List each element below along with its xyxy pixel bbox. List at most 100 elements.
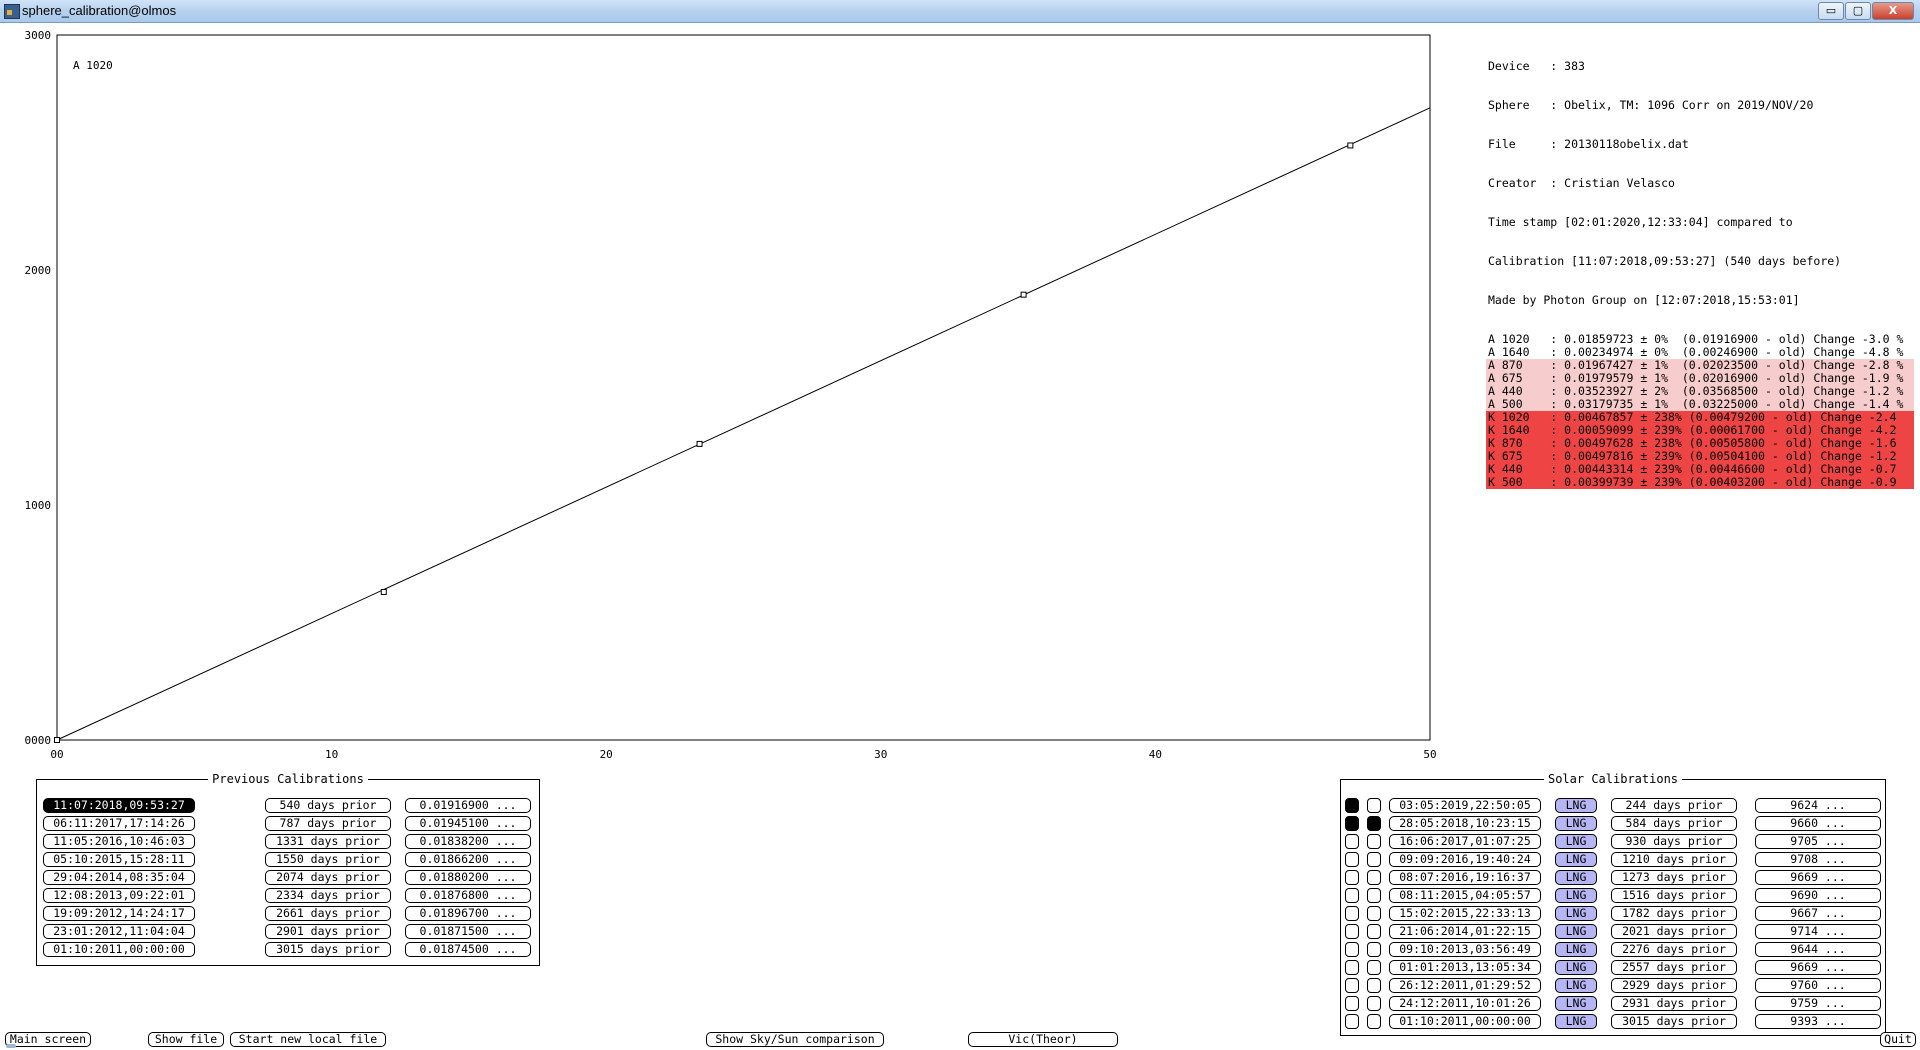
solar-calibration-date[interactable]: 15:02:2015,22:33:13 [1389, 906, 1541, 921]
previous-calibration-date[interactable]: 12:08:2013,09:22:01 [43, 888, 195, 903]
solar-calibration-date[interactable]: 08:07:2016,19:16:37 [1389, 870, 1541, 885]
main-screen-button[interactable]: Main screen [5, 1032, 91, 1047]
solar-site-tag[interactable]: LNG [1555, 834, 1597, 849]
solar-calibration-date[interactable]: 01:10:2011,00:00:00 [1389, 1014, 1541, 1029]
solar-calibration-days[interactable]: 244 days prior [1611, 798, 1737, 813]
solar-select-radio[interactable] [1345, 888, 1359, 903]
solar-calibration-value[interactable]: 9393 ... [1755, 1014, 1881, 1029]
solar-calibration-days[interactable]: 2929 days prior [1611, 978, 1737, 993]
show-sky-sun-comparison-button[interactable]: Show Sky/Sun comparison [706, 1032, 884, 1047]
solar-calibration-value[interactable]: 9760 ... [1755, 978, 1881, 993]
maximize-button[interactable]: ▢ [1845, 2, 1871, 20]
solar-site-tag[interactable]: LNG [1555, 798, 1597, 813]
close-button[interactable]: X [1872, 2, 1914, 20]
start-new-local-file-button[interactable]: Start new local file [230, 1032, 386, 1047]
solar-select-radio[interactable] [1345, 942, 1359, 957]
previous-calibration-value[interactable]: 0.01838200 ... [405, 834, 531, 849]
solar-select-radio[interactable] [1345, 834, 1359, 849]
previous-calibration-date[interactable]: 05:10:2015,15:28:11 [43, 852, 195, 867]
solar-calibration-days[interactable]: 930 days prior [1611, 834, 1737, 849]
solar-calibration-days[interactable]: 2931 days prior [1611, 996, 1737, 1011]
solar-calibration-date[interactable]: 01:01:2013,13:05:34 [1389, 960, 1541, 975]
solar-site-tag[interactable]: LNG [1555, 960, 1597, 975]
minimize-button[interactable]: ▭ [1818, 2, 1844, 20]
previous-calibration-days[interactable]: 2334 days prior [265, 888, 391, 903]
solar-select-radio[interactable] [1345, 870, 1359, 885]
solar-calibration-value[interactable]: 9705 ... [1755, 834, 1881, 849]
solar-site-tag[interactable]: LNG [1555, 996, 1597, 1011]
solar-select-radio[interactable] [1345, 852, 1359, 867]
solar-compare-radio[interactable] [1367, 978, 1381, 993]
solar-site-tag[interactable]: LNG [1555, 924, 1597, 939]
solar-compare-radio[interactable] [1367, 834, 1381, 849]
solar-select-radio[interactable] [1345, 996, 1359, 1011]
solar-calibration-days[interactable]: 3015 days prior [1611, 1014, 1737, 1029]
solar-compare-radio[interactable] [1367, 798, 1381, 813]
solar-site-tag[interactable]: LNG [1555, 852, 1597, 867]
previous-calibration-date[interactable]: 29:04:2014,08:35:04 [43, 870, 195, 885]
previous-calibration-days[interactable]: 1331 days prior [265, 834, 391, 849]
solar-select-radio[interactable] [1345, 960, 1359, 975]
show-file-button[interactable]: Show file [148, 1032, 224, 1047]
previous-calibration-value[interactable]: 0.01880200 ... [405, 870, 531, 885]
solar-select-radio[interactable] [1345, 924, 1359, 939]
solar-calibration-value[interactable]: 9759 ... [1755, 996, 1881, 1011]
solar-calibration-days[interactable]: 1210 days prior [1611, 852, 1737, 867]
solar-site-tag[interactable]: LNG [1555, 888, 1597, 903]
solar-compare-radio[interactable] [1367, 888, 1381, 903]
previous-calibration-value[interactable]: 0.01876800 ... [405, 888, 531, 903]
solar-compare-radio[interactable] [1367, 1014, 1381, 1029]
solar-site-tag[interactable]: LNG [1555, 1014, 1597, 1029]
solar-select-radio[interactable] [1345, 798, 1359, 813]
previous-calibration-value[interactable]: 0.01866200 ... [405, 852, 531, 867]
previous-calibration-date[interactable]: 19:09:2012,14:24:17 [43, 906, 195, 921]
solar-calibration-date[interactable]: 09:09:2016,19:40:24 [1389, 852, 1541, 867]
solar-calibration-date[interactable]: 08:11:2015,04:05:57 [1389, 888, 1541, 903]
solar-calibration-date[interactable]: 09:10:2013,03:56:49 [1389, 942, 1541, 957]
previous-calibration-date[interactable]: 06:11:2017,17:14:26 [43, 816, 195, 831]
solar-select-radio[interactable] [1345, 816, 1359, 831]
solar-select-radio[interactable] [1345, 978, 1359, 993]
solar-calibration-value[interactable]: 9624 ... [1755, 798, 1881, 813]
solar-calibration-days[interactable]: 2276 days prior [1611, 942, 1737, 957]
solar-calibration-value[interactable]: 9667 ... [1755, 906, 1881, 921]
previous-calibration-value[interactable]: 0.01916900 ... [405, 798, 531, 813]
previous-calibration-date[interactable]: 11:07:2018,09:53:27 [43, 798, 195, 813]
solar-select-radio[interactable] [1345, 1014, 1359, 1029]
solar-calibration-value[interactable]: 9708 ... [1755, 852, 1881, 867]
solar-site-tag[interactable]: LNG [1555, 870, 1597, 885]
solar-calibration-date[interactable]: 26:12:2011,01:29:52 [1389, 978, 1541, 993]
previous-calibration-value[interactable]: 0.01945100 ... [405, 816, 531, 831]
previous-calibration-date[interactable]: 23:01:2012,11:04:04 [43, 924, 195, 939]
solar-calibration-days[interactable]: 1273 days prior [1611, 870, 1737, 885]
solar-select-radio[interactable] [1345, 906, 1359, 921]
solar-calibration-date[interactable]: 28:05:2018,10:23:15 [1389, 816, 1541, 831]
previous-calibration-days[interactable]: 2901 days prior [265, 924, 391, 939]
solar-calibration-days[interactable]: 2021 days prior [1611, 924, 1737, 939]
solar-calibration-value[interactable]: 9690 ... [1755, 888, 1881, 903]
solar-calibration-date[interactable]: 24:12:2011,10:01:26 [1389, 996, 1541, 1011]
solar-compare-radio[interactable] [1367, 960, 1381, 975]
solar-calibration-date[interactable]: 16:06:2017,01:07:25 [1389, 834, 1541, 849]
solar-compare-radio[interactable] [1367, 852, 1381, 867]
solar-calibration-value[interactable]: 9669 ... [1755, 960, 1881, 975]
solar-calibration-value[interactable]: 9714 ... [1755, 924, 1881, 939]
solar-compare-radio[interactable] [1367, 924, 1381, 939]
solar-compare-radio[interactable] [1367, 870, 1381, 885]
previous-calibration-date[interactable]: 11:05:2016,10:46:03 [43, 834, 195, 849]
solar-calibration-date[interactable]: 03:05:2019,22:50:05 [1389, 798, 1541, 813]
solar-compare-radio[interactable] [1367, 906, 1381, 921]
solar-compare-radio[interactable] [1367, 942, 1381, 957]
solar-site-tag[interactable]: LNG [1555, 906, 1597, 921]
solar-site-tag[interactable]: LNG [1555, 978, 1597, 993]
previous-calibration-days[interactable]: 2661 days prior [265, 906, 391, 921]
solar-calibration-value[interactable]: 9660 ... [1755, 816, 1881, 831]
previous-calibration-days[interactable]: 2074 days prior [265, 870, 391, 885]
solar-compare-radio[interactable] [1367, 996, 1381, 1011]
previous-calibration-days[interactable]: 787 days prior [265, 816, 391, 831]
solar-calibration-days[interactable]: 1516 days prior [1611, 888, 1737, 903]
previous-calibration-value[interactable]: 0.01871500 ... [405, 924, 531, 939]
quit-button[interactable]: Quit [1880, 1032, 1916, 1047]
solar-calibration-value[interactable]: 9669 ... [1755, 870, 1881, 885]
previous-calibration-days[interactable]: 1550 days prior [265, 852, 391, 867]
